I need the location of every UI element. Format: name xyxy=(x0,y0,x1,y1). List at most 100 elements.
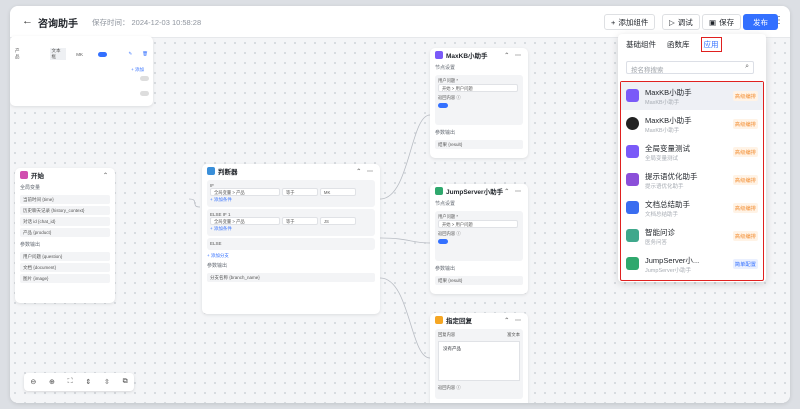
node-menu-icon[interactable]: ⌃ ⋯ xyxy=(504,317,523,324)
add-condition-link[interactable]: + 添加条件 xyxy=(210,225,372,233)
node-title: 判断器 xyxy=(218,169,238,176)
form-field: MK xyxy=(76,51,83,57)
more-icon[interactable]: ⋮ xyxy=(774,15,784,26)
field-select[interactable]: 全局变量 > 产品 xyxy=(210,188,280,196)
list-item[interactable]: JumpServer小... JumpServer小助手 简单配置 xyxy=(621,250,763,278)
node-menu-icon[interactable]: ⌃ ⋯ xyxy=(356,168,375,175)
status-badge: 简单配置 xyxy=(732,259,758,269)
jumpserver-icon xyxy=(626,257,639,270)
toggle-off[interactable] xyxy=(140,91,149,96)
status-badge: 高级编排 xyxy=(732,119,758,129)
section-label: 节点设置 xyxy=(435,65,456,71)
debug-button[interactable]: ▷ 调试 xyxy=(662,14,700,30)
operator-select[interactable]: 等于 xyxy=(281,188,318,196)
operator-select[interactable]: 等于 xyxy=(281,217,318,225)
start-icon xyxy=(20,171,28,179)
status-badge: 高级编排 xyxy=(732,91,758,101)
back-arrow-icon[interactable]: ← xyxy=(22,15,33,27)
condition-icon xyxy=(207,167,215,175)
chat-icon xyxy=(435,51,443,59)
variable-row: 结果 {result} xyxy=(435,276,523,285)
add-condition-link[interactable]: + 添加条件 xyxy=(210,196,372,204)
list-item[interactable]: 智能问诊 医务问答 高级编排 xyxy=(621,222,763,250)
condition-node[interactable]: 判断器 ⌃ ⋯ IF 全局变量 > 产品 等于 MK + 添加条件 ELSE IF… xyxy=(202,164,380,314)
edit-icon[interactable]: ✎ xyxy=(129,51,133,57)
doc-icon xyxy=(626,201,639,214)
mode-select[interactable]: 富文本 xyxy=(507,332,520,338)
field-select[interactable]: 全局变量 > 产品 xyxy=(210,217,280,225)
variable-row: 历史聊天记录 {history_context} xyxy=(20,206,110,215)
fit-view-icon[interactable]: ⛶ xyxy=(68,378,73,386)
section-label: 参数输出 xyxy=(435,130,456,136)
jumpserver-icon xyxy=(435,187,443,195)
toggle-off[interactable] xyxy=(140,76,149,81)
search-input[interactable]: 按名称搜索 ⌕ xyxy=(626,61,754,74)
section-label: 节点设置 xyxy=(435,201,456,207)
workflow-editor: ← 咨询助手 保存时间： 2024-12-03 10:58:28 + 添加组件 ▷ 调… xyxy=(10,6,790,403)
zoom-toolbar: ⊖ ⊕ ⛶ ⇕ ⇳ ⧉ xyxy=(24,373,134,391)
else-branch: ELSE xyxy=(207,238,375,250)
add-component-button[interactable]: + 添加组件 xyxy=(604,14,656,30)
list-item[interactable]: 提示语优化助手 提示语优化助手 高级编排 xyxy=(621,166,763,194)
node-title: MaxKB小助手 xyxy=(446,53,488,60)
section-label: 参数输出 xyxy=(207,263,228,269)
publish-button[interactable]: 发布 xyxy=(743,14,778,30)
section-label: 参数输出 xyxy=(20,242,41,248)
node-title: JumpServer小助手 xyxy=(446,189,504,196)
start-node[interactable]: 开始 ⌃ 全局变量 当前时间 {time} 历史聊天记录 {history_con… xyxy=(15,168,115,303)
if-branch: IF 全局变量 > 产品 等于 MK + 添加条件 xyxy=(207,180,375,207)
variable-row: 文档 {document} xyxy=(20,263,110,272)
zoom-in-icon[interactable]: ⊕ xyxy=(49,378,55,386)
add-branch-link[interactable]: + 添加分支 xyxy=(202,252,380,260)
variable-row: 图片 {image} xyxy=(20,274,110,283)
list-item[interactable]: MaxKB小助手 MaxKB小助手 高级编排 xyxy=(621,110,763,138)
zoom-out-icon[interactable]: ⊖ xyxy=(30,378,36,386)
layout-icon[interactable]: ⧉ xyxy=(123,378,128,386)
form-tag: 文本框 xyxy=(49,48,67,60)
question-select[interactable]: 开始 > 用户问题 xyxy=(438,84,518,92)
save-button[interactable]: ▣ 保存 xyxy=(702,14,742,30)
value-input[interactable]: JS xyxy=(319,217,356,225)
expand-all-icon[interactable]: ⇳ xyxy=(104,378,110,386)
tab-apps[interactable]: 应用 xyxy=(700,37,722,52)
add-component-panel: 基础组件 函数库 应用 按名称搜索 ⌕ MaxKB小助手 MaxKB小助手 高级编… xyxy=(618,34,766,282)
status-badge: 高级编排 xyxy=(732,203,758,213)
form-toggle[interactable] xyxy=(98,51,107,57)
reply-node[interactable]: 指定回复 ⌃ ⋯ 回复内容 富文本 没有产品 返回内容 ⓘ xyxy=(430,313,528,403)
return-toggle[interactable] xyxy=(438,239,448,244)
jumpserver-app-node[interactable]: JumpServer小助手 ⌃ ⋯ 节点设置 用户问题 * 开始 > 用户问题 返… xyxy=(430,184,528,294)
add-link[interactable]: + 添加 xyxy=(126,66,149,74)
variable-row: 对话 id {chat_id} xyxy=(20,217,110,226)
list-item[interactable]: 全局变量测试 全局变量测试 高级编排 xyxy=(621,138,763,166)
form-label: 产品 xyxy=(15,48,20,59)
node-title: 指定回复 xyxy=(446,318,472,325)
reply-icon xyxy=(435,316,443,324)
value-input[interactable]: MK xyxy=(319,188,356,196)
node-menu-icon[interactable]: ⌃ ⋯ xyxy=(504,188,523,195)
tab-functions[interactable]: 函数库 xyxy=(667,39,690,52)
form-card[interactable]: 产品 文本框 MK ✎ 🗑 + 添加 xyxy=(10,36,153,106)
list-item[interactable]: 文档总结助手 文档总结助手 高级编排 xyxy=(621,194,763,222)
section-label: 参数输出 xyxy=(435,266,456,272)
variable-row: 当前时间 {time} xyxy=(20,195,110,204)
maxkb-app-node[interactable]: MaxKB小助手 ⌃ ⋯ 节点设置 用户问题 * 开始 > 用户问题 返回内容 ⓘ… xyxy=(430,48,528,158)
node-menu-icon[interactable]: ⌃ ⋯ xyxy=(504,52,523,59)
chat-icon xyxy=(626,89,639,102)
search-icon: ⌕ xyxy=(745,63,749,70)
list-item[interactable]: MaxKB小助手 MaxKB小助手 高级编排 xyxy=(621,82,763,110)
save-icon: ▣ xyxy=(709,17,717,27)
saved-time: 保存时间： 2024-12-03 10:58:28 xyxy=(92,18,202,27)
question-select[interactable]: 开始 > 用户问题 xyxy=(438,220,518,228)
delete-icon[interactable]: 🗑 xyxy=(142,51,148,57)
variable-row: 结果 {result} xyxy=(435,140,523,149)
app-list: MaxKB小助手 MaxKB小助手 高级编排 MaxKB小助手 MaxKB小助手… xyxy=(620,81,764,281)
variable-row: 分支名称 {branch_name} xyxy=(207,273,375,282)
collapse-all-icon[interactable]: ⇕ xyxy=(85,378,91,386)
variable-row: 产品 {product} xyxy=(20,228,110,237)
collapse-icon[interactable]: ⌃ xyxy=(103,172,110,179)
play-icon: ▷ xyxy=(669,17,675,27)
tab-basic[interactable]: 基础组件 xyxy=(626,39,656,52)
avatar-icon xyxy=(626,117,639,130)
return-toggle[interactable] xyxy=(438,103,448,108)
reply-content-input[interactable]: 没有产品 xyxy=(438,341,520,381)
